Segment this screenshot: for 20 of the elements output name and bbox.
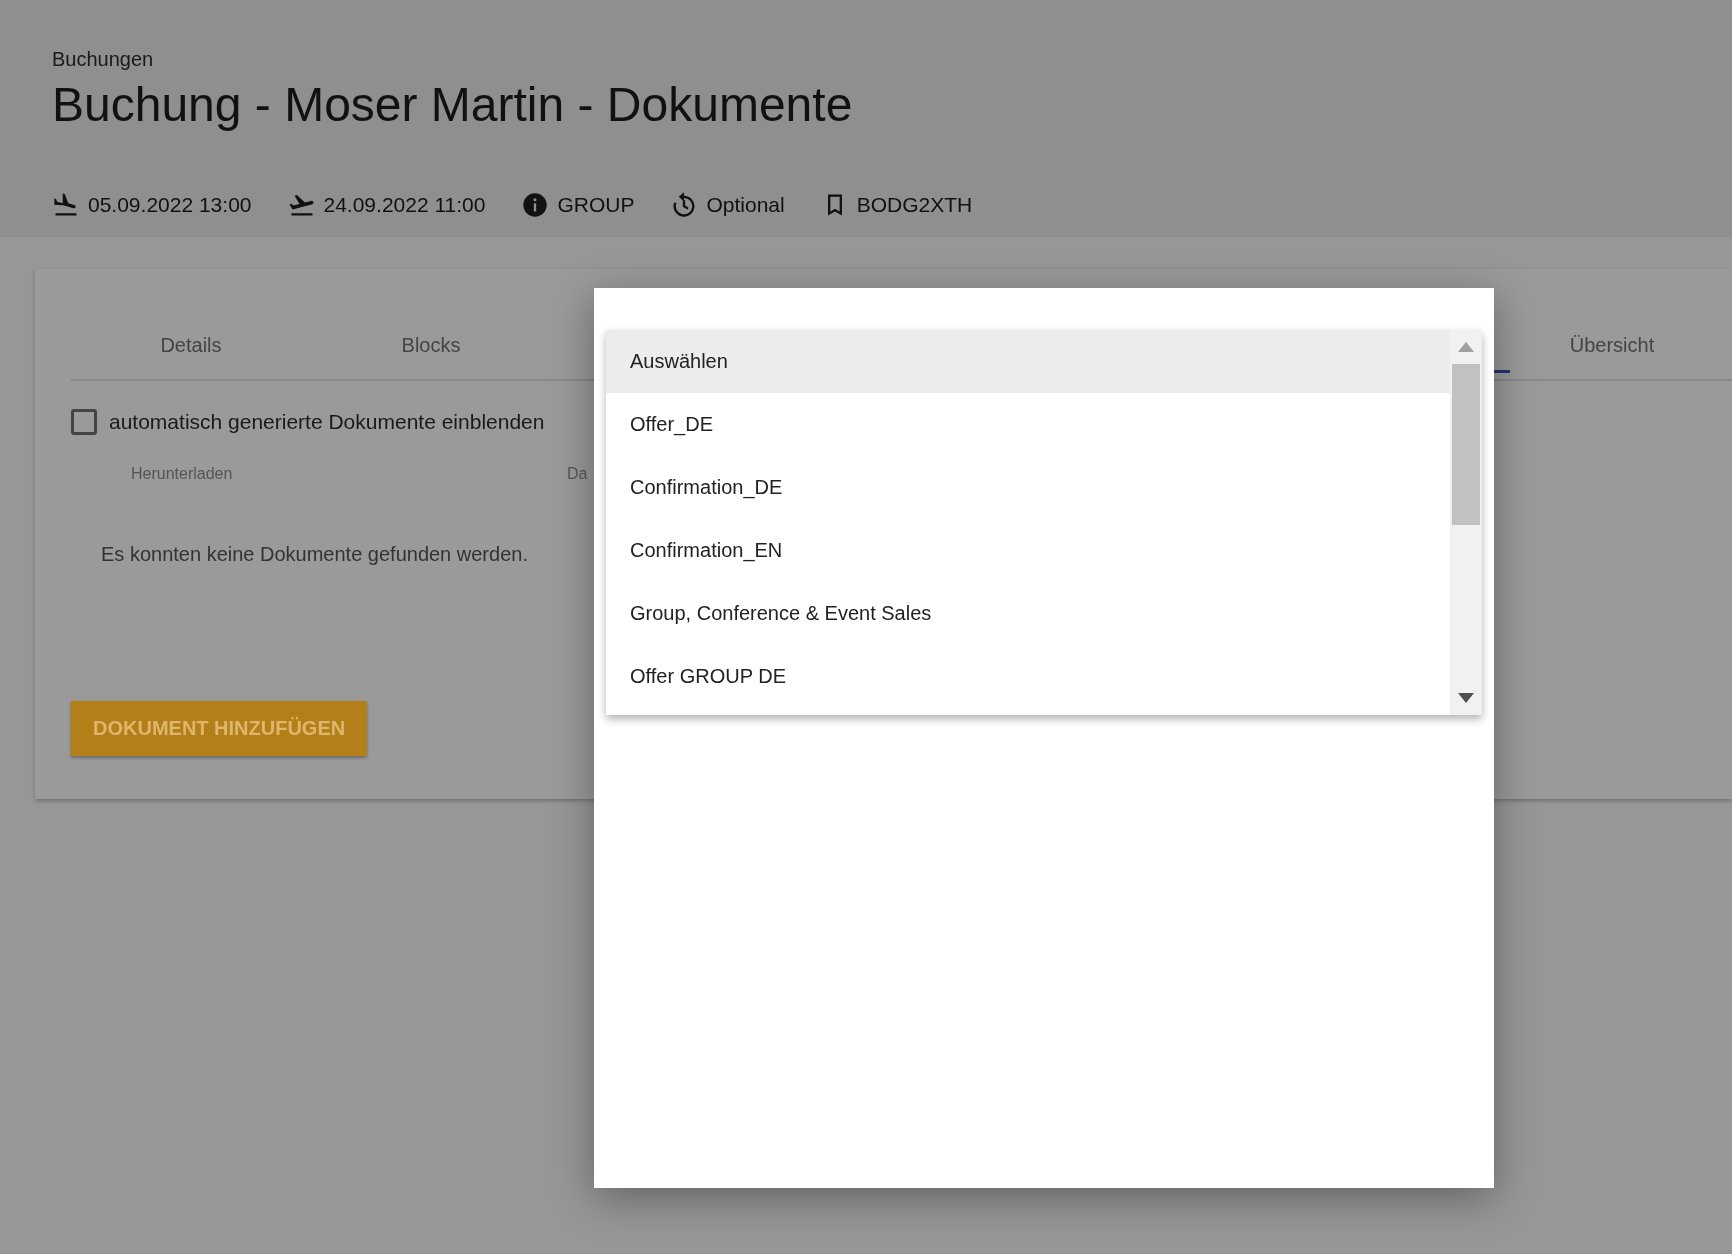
page-title: Buchung - Moser Martin - Dokumente [52,77,854,132]
column-header: Da [567,465,588,483]
scrollbar-thumb[interactable] [1452,364,1480,525]
booking-info: Optional [706,193,785,217]
scrollbar[interactable] [1450,330,1482,715]
dropdown-option[interactable]: Auswählen [606,330,1450,393]
booking-info: 24.09.2022 11:00 [323,193,486,217]
tab[interactable]: Details [71,333,311,379]
booking-info: 05.09.2022 13:00 [88,193,252,217]
empty-message: Es konnten keine Dokumente gefunden werden. [101,543,528,566]
scroll-down-icon[interactable] [1458,693,1474,703]
info-icon [521,191,550,219]
checkbox[interactable] [71,409,97,435]
column-header: Herunterladen [131,465,234,483]
booking-info: BODG2XTH [856,193,973,217]
breadcrumb[interactable]: Buchungen [52,48,1680,71]
booking-info: GROUP [557,193,635,217]
scroll-up-icon[interactable] [1458,342,1474,352]
plane-landing-icon [52,191,80,219]
checkbox-label: automatisch generierte Dokumente einblenden [109,410,545,434]
